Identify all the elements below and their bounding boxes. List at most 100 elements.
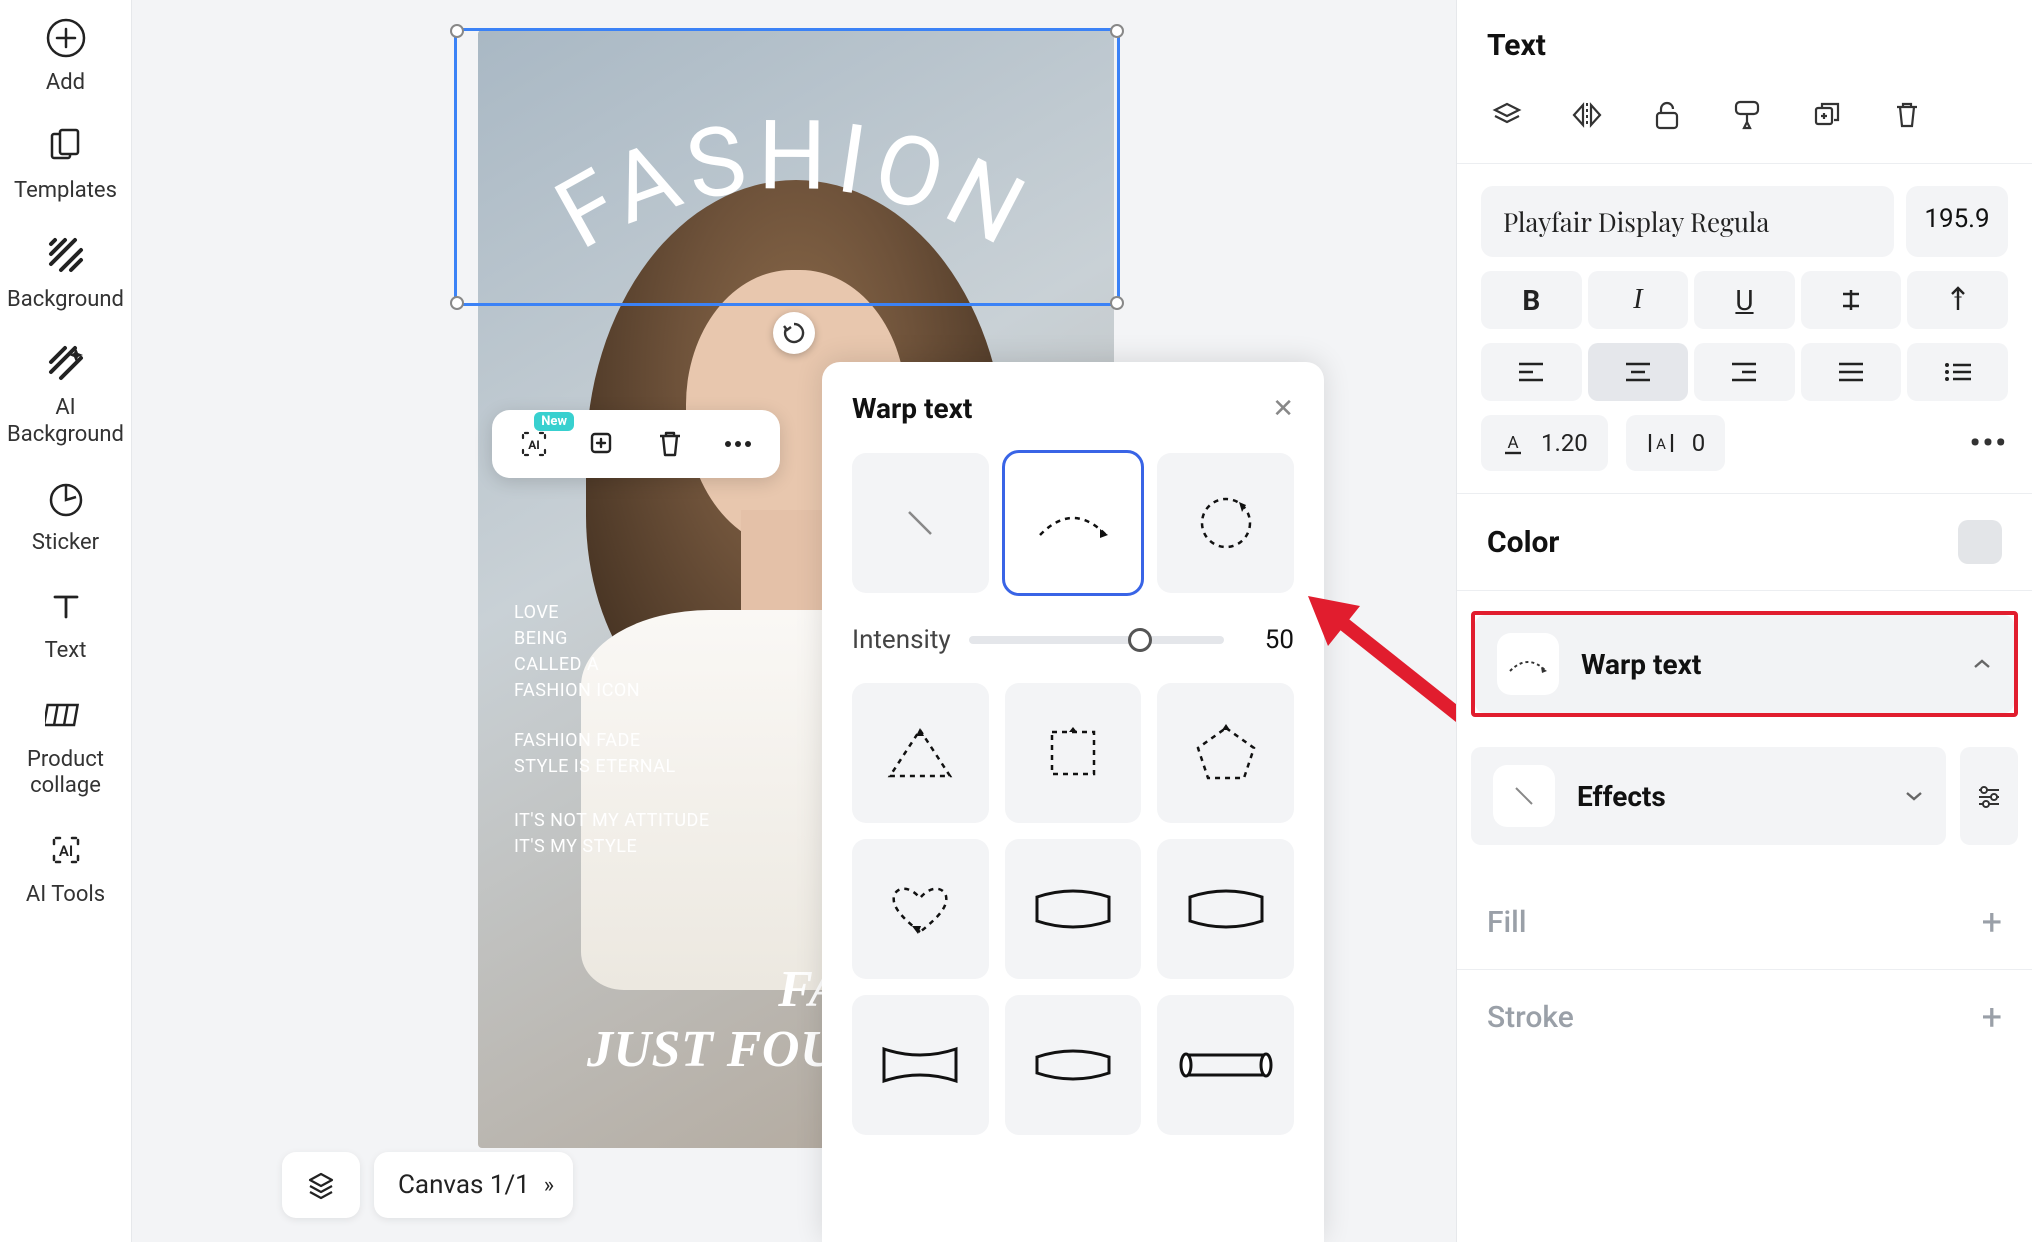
align-center-button[interactable] [1588,343,1689,401]
font-size-input[interactable]: 195.9 [1906,186,2008,257]
sidebar-item-label: Sticker [32,530,99,556]
warp-option-triangle[interactable] [852,683,989,823]
svg-text:A: A [1656,435,1666,453]
warp-option-bulge[interactable] [1005,995,1142,1135]
sticker-icon [44,476,88,520]
trash-icon[interactable] [1887,95,1927,135]
canvas-text-block-2[interactable]: FASHION FADE STYLE IS ETERNAL [514,728,676,780]
canvas-text-block-3[interactable]: IT'S NOT MY ATTITUDE IT'S MY STYLE [514,808,710,860]
context-toolbar: AI New [492,410,780,478]
font-family-select[interactable]: Playfair Display Regula [1481,186,1894,257]
bold-button[interactable]: B [1481,271,1582,329]
close-icon[interactable]: ✕ [1272,394,1294,424]
plus-circle-icon [44,16,88,60]
intensity-slider[interactable] [969,636,1224,644]
effects-label: Effects [1577,780,1666,813]
fill-label: Fill [1487,905,1526,940]
sidebar-item-label: Background [7,287,124,313]
rotate-handle[interactable] [773,312,815,354]
sidebar-item-ai-tools[interactable]: AI AI Tools [0,828,131,908]
panel-title: Text [1457,0,2032,83]
copy-icon[interactable] [1807,95,1847,135]
list-button[interactable] [1907,343,2008,401]
canvas-pager[interactable]: Canvas 1/1» [374,1152,573,1218]
chevron-down-icon [1904,789,1924,803]
warp-option-pentagon[interactable] [1157,683,1294,823]
layers-button[interactable] [282,1152,360,1218]
intensity-label: Intensity [852,625,951,655]
slider-thumb[interactable] [1128,628,1152,652]
sidebar-item-label: Add [46,70,85,96]
resize-handle-bl[interactable] [450,296,464,310]
svg-text:A: A [1507,433,1518,453]
flip-icon[interactable] [1567,95,1607,135]
left-sidebar: Add Templates Background AI Background S… [0,0,132,1242]
underline-button[interactable]: U [1694,271,1795,329]
canvas-label: Canvas 1/1 [398,1170,530,1200]
warp-option-arc[interactable] [1005,453,1142,593]
sidebar-item-label: AI Background [7,395,124,448]
vertical-text-button[interactable]: T [1907,271,2008,329]
ai-button[interactable]: AI New [514,424,554,464]
line-height-input[interactable]: A 1.20 [1481,415,1608,471]
add-stroke-button[interactable]: + [1982,996,2002,1038]
sidebar-item-label: Text [45,638,87,664]
warp-text-row[interactable]: Warp text [1475,615,2014,713]
align-left-button[interactable] [1481,343,1582,401]
warp-option-square[interactable] [1005,683,1142,823]
warp-option-bowtie[interactable] [852,995,989,1135]
more-options-button[interactable]: ••• [1970,426,2008,461]
effects-settings-button[interactable] [1960,747,2018,845]
warp-option-arch-up[interactable] [1157,839,1294,979]
intensity-value: 50 [1242,625,1294,655]
sidebar-item-templates[interactable]: Templates [0,124,131,204]
warp-option-flag[interactable] [1157,995,1294,1135]
delete-button[interactable] [650,424,690,464]
strikethrough-button[interactable] [1801,271,1902,329]
ai-tools-icon: AI [44,828,88,872]
sidebar-item-text[interactable]: Text [0,584,131,664]
warp-option-arch-down[interactable] [1005,839,1142,979]
color-swatch[interactable] [1958,520,2002,564]
text-icon [44,584,88,628]
lock-icon[interactable] [1647,95,1687,135]
chevron-up-icon [1972,657,1992,671]
letter-spacing-input[interactable]: A 0 [1626,415,1726,471]
line-height-icon: A [1501,430,1525,456]
new-badge: New [534,412,574,431]
warp-option-none[interactable] [852,453,989,593]
sidebar-item-add[interactable]: Add [0,16,131,96]
svg-text:T: T [1954,295,1962,310]
effects-row[interactable]: Effects [1471,747,1946,845]
canvas-text-block-1[interactable]: LOVE BEING CALLED A FASHION ICON [514,600,640,704]
warp-thumb-icon [1497,633,1559,695]
warp-option-circle[interactable] [1157,453,1294,593]
svg-text:AI: AI [58,842,72,860]
warp-text-row-highlight: Warp text [1471,611,2018,717]
color-label: Color [1487,525,1559,560]
background-icon [44,233,88,277]
product-collage-icon [44,693,88,737]
align-justify-button[interactable] [1801,343,1902,401]
resize-handle-tl[interactable] [450,24,464,38]
effects-thumb-icon [1493,765,1555,827]
warp-panel-title: Warp text [852,392,972,425]
warp-option-heart[interactable] [852,839,989,979]
add-fill-button[interactable]: + [1982,901,2002,943]
right-panel: Text Playfair Display Regula 195.9 B I U… [1456,0,2032,1242]
letter-spacing-icon: A [1646,431,1676,455]
warp-text-label: Warp text [1581,648,1701,681]
paint-icon[interactable] [1727,95,1767,135]
sidebar-item-sticker[interactable]: Sticker [0,476,131,556]
duplicate-button[interactable] [582,424,622,464]
align-right-button[interactable] [1694,343,1795,401]
sidebar-item-label: AI Tools [26,882,105,908]
sidebar-item-product-collage[interactable]: Product collage [0,693,131,800]
sidebar-item-ai-background[interactable]: AI Background [0,341,131,448]
ai-background-icon [44,341,88,385]
bottom-controls: Canvas 1/1» [282,1152,573,1218]
sidebar-item-background[interactable]: Background [0,233,131,313]
italic-button[interactable]: I [1588,271,1689,329]
more-button[interactable] [718,424,758,464]
layer-order-icon[interactable] [1487,95,1527,135]
